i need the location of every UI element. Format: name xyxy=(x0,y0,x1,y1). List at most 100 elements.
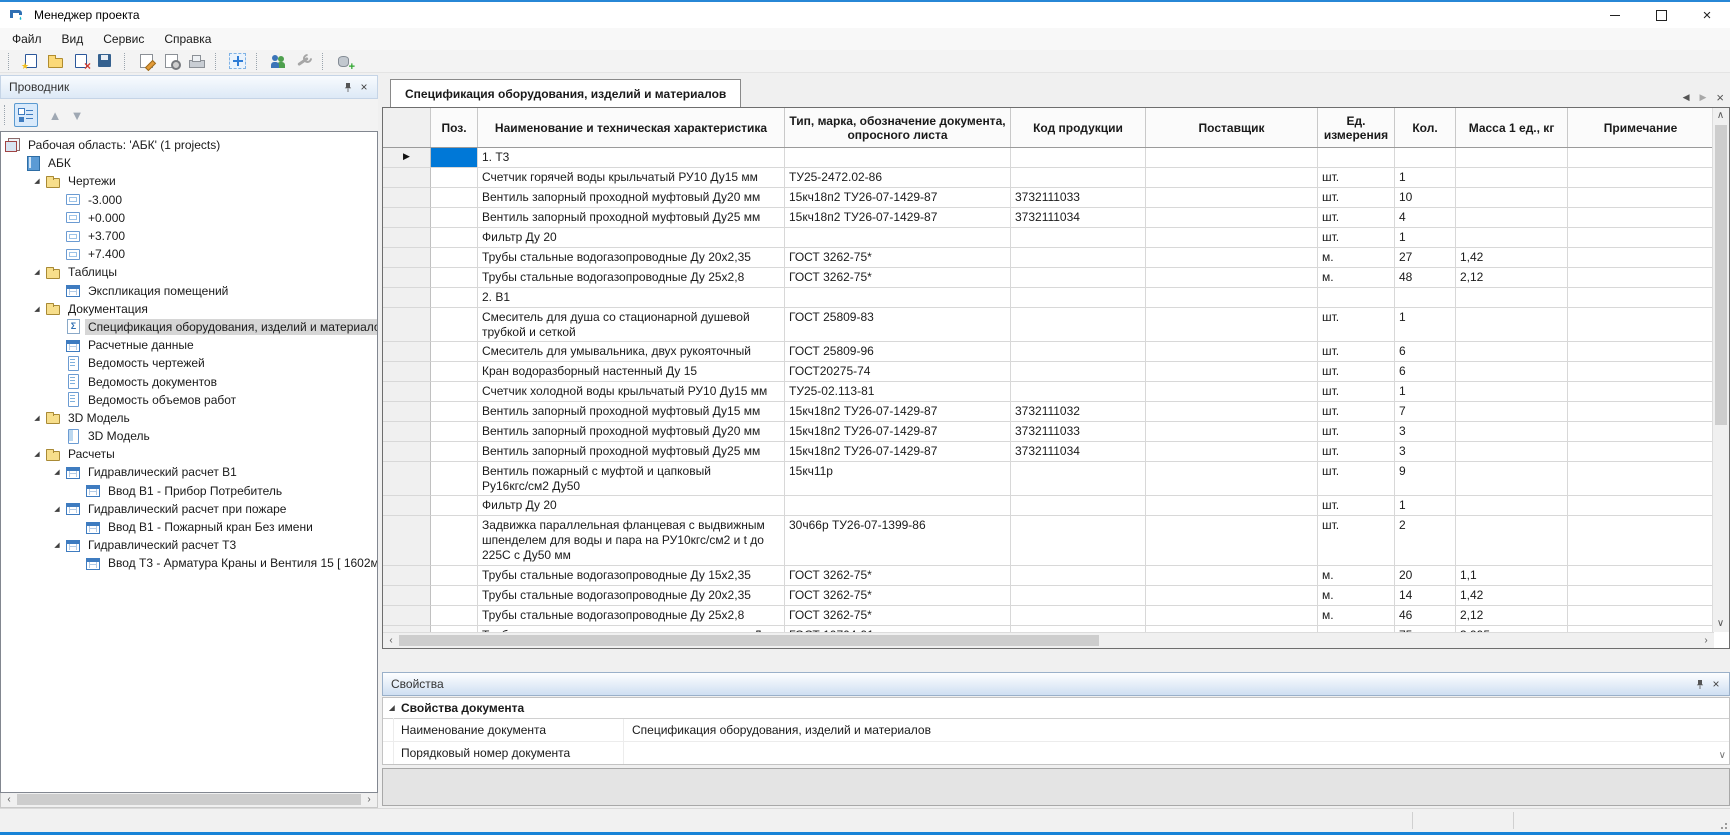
cell-poz[interactable] xyxy=(431,606,478,626)
cell-supplier[interactable] xyxy=(1146,268,1318,288)
tree-item[interactable]: Ведомость документов xyxy=(1,372,377,390)
cell-supplier[interactable] xyxy=(1146,168,1318,188)
cell-type[interactable]: ГОСТ 25809-83 xyxy=(785,308,1011,342)
cell-poz[interactable] xyxy=(431,516,478,566)
cell-name[interactable]: Вентиль запорный проходной муфтовый Ду25… xyxy=(478,442,785,462)
cell-qty[interactable]: 2 xyxy=(1395,516,1456,566)
cell-type[interactable]: 15кч18п2 ТУ26-07-1429-87 xyxy=(785,402,1011,422)
cell-poz[interactable] xyxy=(431,462,478,496)
cell-code[interactable] xyxy=(1011,566,1146,586)
cell-unit[interactable]: шт. xyxy=(1318,168,1395,188)
cell-poz[interactable] xyxy=(431,422,478,442)
pin-button[interactable] xyxy=(1692,676,1708,692)
cell-poz[interactable] xyxy=(431,342,478,362)
row-selector[interactable] xyxy=(383,288,431,308)
cell-name[interactable]: Смеситель для умывальника, двух рукояточ… xyxy=(478,342,785,362)
cell-name[interactable]: Фильтр Ду 20 xyxy=(478,228,785,248)
open-project-button[interactable] xyxy=(43,51,68,72)
scroll-down-icon[interactable]: ∨ xyxy=(1719,750,1726,761)
explorer-horizontal-scrollbar[interactable]: ‹ › xyxy=(0,793,378,808)
cell-poz[interactable] xyxy=(431,208,478,228)
property-value[interactable]: Спецификация оборудования, изделий и мат… xyxy=(624,719,1729,741)
cell-code[interactable] xyxy=(1011,268,1146,288)
expand-arrow-icon[interactable]: ◢ xyxy=(29,268,45,276)
cell-code[interactable] xyxy=(1011,462,1146,496)
cell-supplier[interactable] xyxy=(1146,188,1318,208)
tab-scroll-right-icon[interactable]: ▶ xyxy=(1699,92,1706,103)
cell-unit[interactable] xyxy=(1318,288,1395,308)
save-project-button[interactable] xyxy=(93,51,118,72)
cell-name[interactable]: Трубы стальные водогазопроводные Ду 15х2… xyxy=(478,566,785,586)
cell-note[interactable] xyxy=(1568,268,1714,288)
property-row[interactable]: Наименование документаСпецификация обору… xyxy=(383,719,1729,742)
cell-note[interactable] xyxy=(1568,496,1714,516)
cell-mass[interactable] xyxy=(1456,208,1568,228)
cell-qty[interactable]: 20 xyxy=(1395,566,1456,586)
scroll-thumb[interactable] xyxy=(399,635,1099,646)
tab-close-icon[interactable]: × xyxy=(1716,92,1724,103)
cell-unit[interactable]: шт. xyxy=(1318,382,1395,402)
tools-button[interactable] xyxy=(291,51,316,72)
cell-mass[interactable] xyxy=(1456,308,1568,342)
cell-note[interactable] xyxy=(1568,606,1714,626)
row-selector[interactable] xyxy=(383,342,431,362)
cell-qty[interactable] xyxy=(1395,148,1456,168)
users-button[interactable] xyxy=(266,51,291,72)
print-button[interactable] xyxy=(184,51,209,72)
cell-name[interactable]: Вентиль запорный проходной муфтовый Ду20… xyxy=(478,188,785,208)
cell-mass[interactable] xyxy=(1456,168,1568,188)
scroll-right-icon[interactable]: › xyxy=(1700,634,1712,647)
cell-poz[interactable] xyxy=(431,248,478,268)
scroll-left-icon[interactable]: ‹ xyxy=(385,634,397,647)
cell-mass[interactable] xyxy=(1456,462,1568,496)
cell-note[interactable] xyxy=(1568,148,1714,168)
row-selector[interactable] xyxy=(383,606,431,626)
tree-item[interactable]: +0.000 xyxy=(1,209,377,227)
cell-type[interactable] xyxy=(785,228,1011,248)
cell-name[interactable]: 1. Т3 xyxy=(478,148,785,168)
cell-unit[interactable]: шт. xyxy=(1318,496,1395,516)
cell-qty[interactable]: 1 xyxy=(1395,496,1456,516)
cell-type[interactable]: ГОСТ 3262-75* xyxy=(785,606,1011,626)
cell-poz[interactable] xyxy=(431,288,478,308)
column-header[interactable]: Примечание xyxy=(1568,108,1714,147)
tree-item[interactable]: Ввод В1 - Пожарный кран Без имени xyxy=(1,518,377,536)
database-add-button[interactable] xyxy=(332,51,357,72)
cell-name[interactable]: Трубы стальные водогазопроводные Ду 25х2… xyxy=(478,268,785,288)
property-row[interactable]: Порядковый номер документа xyxy=(383,742,1729,765)
column-header[interactable]: Масса 1 ед., кг xyxy=(1456,108,1568,147)
minimize-button[interactable] xyxy=(1592,2,1638,28)
cell-note[interactable] xyxy=(1568,586,1714,606)
table-vertical-scrollbar[interactable]: ∧ ∨ xyxy=(1712,108,1729,632)
row-selector[interactable] xyxy=(383,442,431,462)
cell-qty[interactable]: 3 xyxy=(1395,422,1456,442)
cell-note[interactable] xyxy=(1568,566,1714,586)
cell-note[interactable] xyxy=(1568,422,1714,442)
cell-supplier[interactable] xyxy=(1146,288,1318,308)
cell-note[interactable] xyxy=(1568,342,1714,362)
cell-code[interactable] xyxy=(1011,168,1146,188)
document-settings-button[interactable] xyxy=(159,51,184,72)
cell-qty[interactable]: 1 xyxy=(1395,308,1456,342)
cell-name[interactable]: Вентиль запорный проходной муфтовый Ду15… xyxy=(478,402,785,422)
cell-name[interactable]: Фильтр Ду 20 xyxy=(478,496,785,516)
cell-note[interactable] xyxy=(1568,382,1714,402)
cell-type[interactable] xyxy=(785,148,1011,168)
cell-type[interactable]: ГОСТ 3262-75* xyxy=(785,566,1011,586)
cell-poz[interactable] xyxy=(431,566,478,586)
cell-type[interactable] xyxy=(785,496,1011,516)
properties-close-button[interactable]: × xyxy=(1708,676,1724,692)
cell-unit[interactable]: шт. xyxy=(1318,516,1395,566)
cell-poz[interactable] xyxy=(431,362,478,382)
cell-unit[interactable]: шт. xyxy=(1318,442,1395,462)
cell-supplier[interactable] xyxy=(1146,382,1318,402)
cell-mass[interactable] xyxy=(1456,422,1568,442)
cell-qty[interactable]: 48 xyxy=(1395,268,1456,288)
cell-unit[interactable]: м. xyxy=(1318,268,1395,288)
cell-mass[interactable]: 2,12 xyxy=(1456,268,1568,288)
tree-item[interactable]: Ведомость чертежей xyxy=(1,354,377,372)
column-header[interactable]: Код продукции xyxy=(1011,108,1146,147)
tree-item[interactable]: ◢Таблицы xyxy=(1,263,377,281)
cell-type[interactable]: 30ч66р ТУ26-07-1399-86 xyxy=(785,516,1011,566)
cell-qty[interactable]: 1 xyxy=(1395,228,1456,248)
